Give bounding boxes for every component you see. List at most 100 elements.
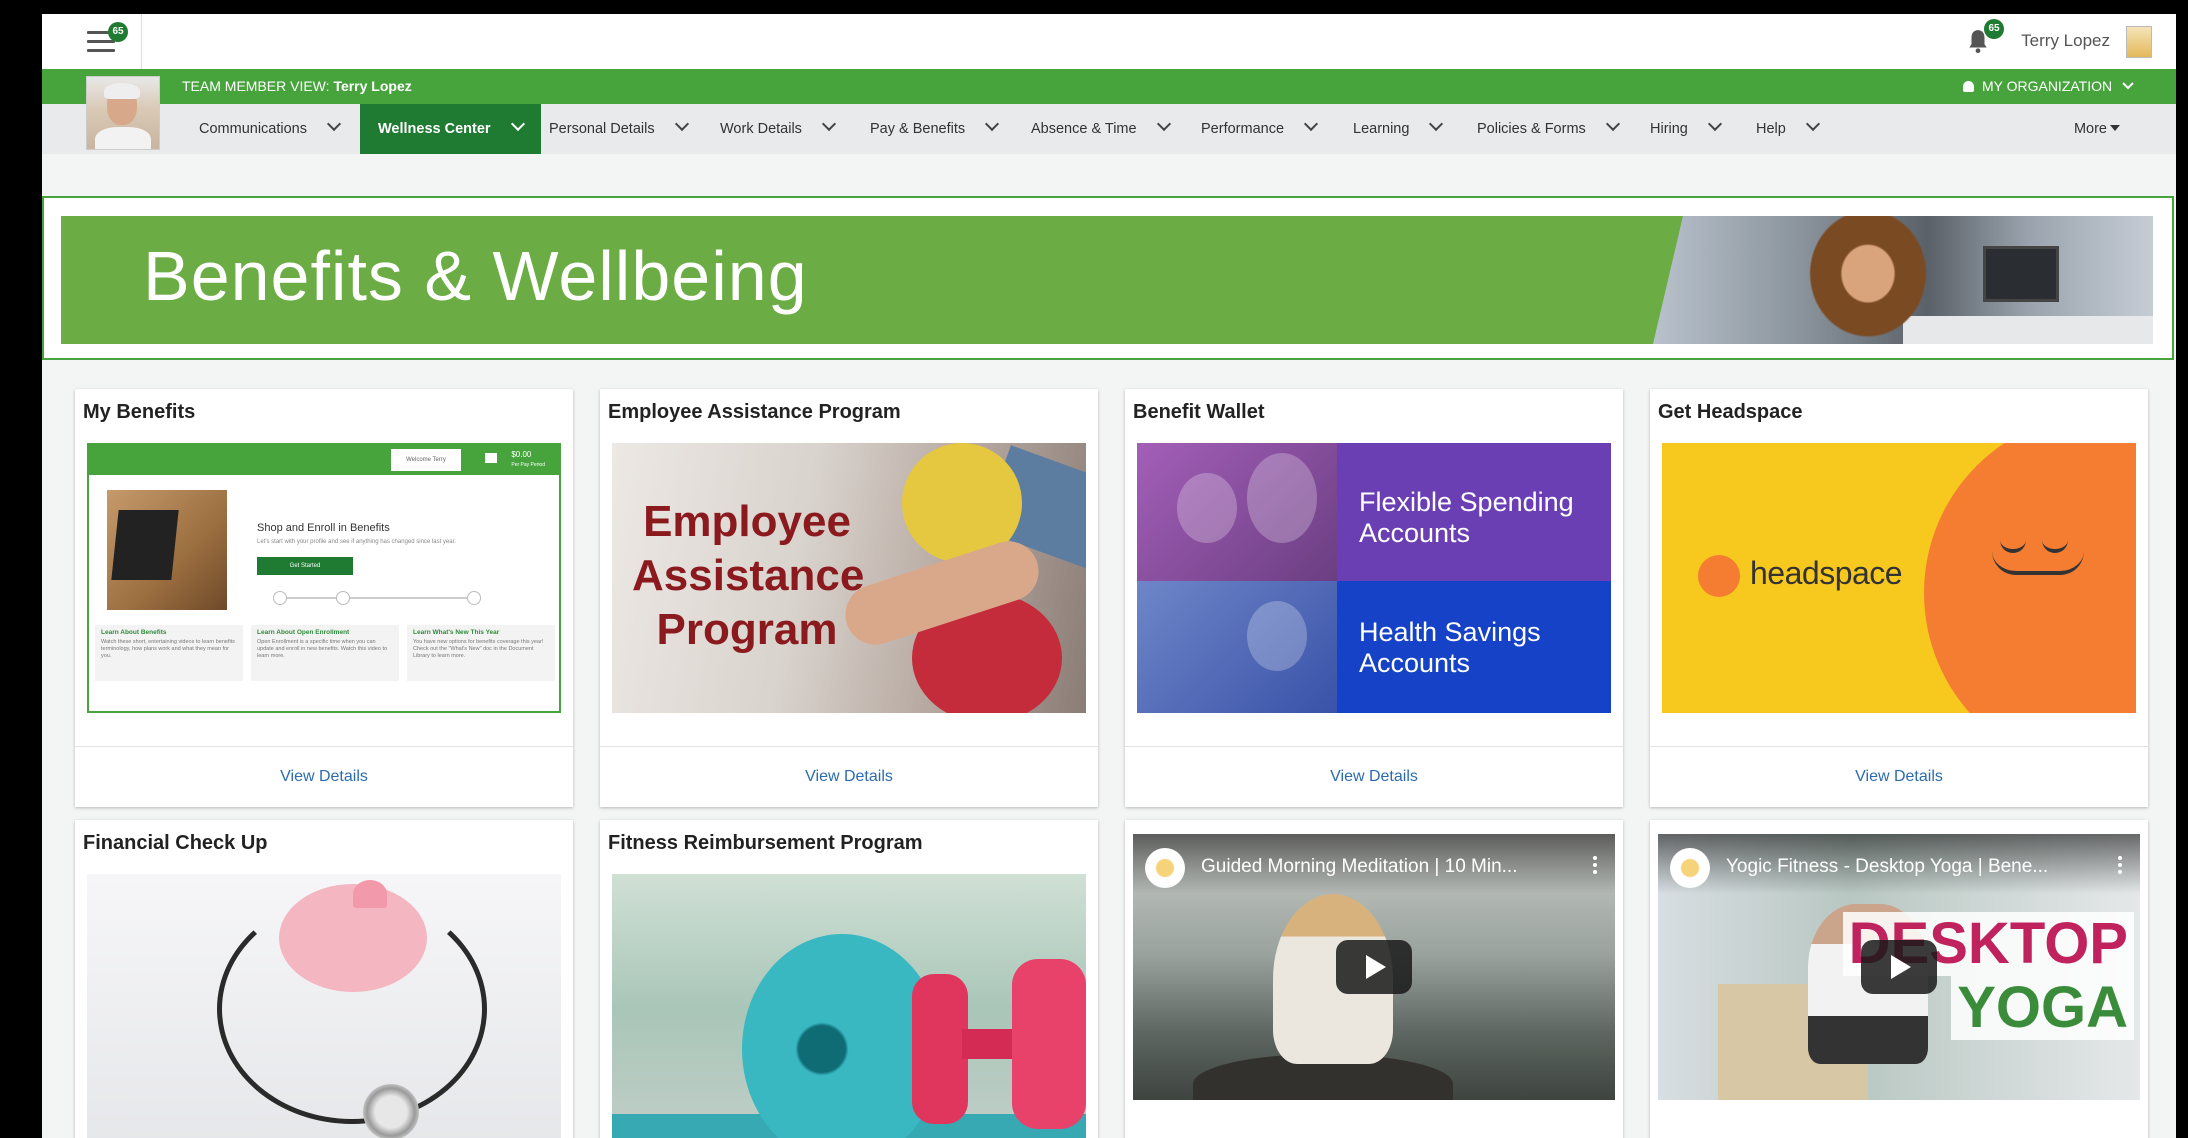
chevron-down-icon [1429,116,1444,132]
fsa-label: Flexible Spending Accounts [1359,487,1574,548]
team-member-bar: TEAM MEMBER VIEW: Terry Lopez MY ORGANIZ… [42,69,2176,104]
card-video-desktop-yoga: DESKTOP YOGA Yogic Fitness - Desktop Yoga… [1650,820,2148,1138]
nav-label: Help [1756,121,1786,137]
team-member-view: TEAM MEMBER VIEW: Terry Lopez [182,78,412,94]
nav-work-details[interactable]: Work Details [720,104,836,154]
channel-avatar-icon[interactable] [1670,848,1710,888]
mock-col-title: Learn What's New This Year [413,629,500,636]
video-title[interactable]: Yogic Fitness - Desktop Yoga | Bene... [1726,856,2048,878]
eap-image[interactable]: Employee Assistance Program [612,443,1086,713]
nav-absence-time[interactable]: Absence & Time [1031,104,1171,154]
card-title: My Benefits [83,401,196,423]
app-window: 65 65 Terry Lopez TEAM MEMBER VIEW: Terr… [42,14,2176,1138]
nav-learning[interactable]: Learning [1353,104,1444,154]
card-financial-check-up: Financial Check Up [75,820,573,1138]
topbar-divider [141,14,142,69]
play-button-icon[interactable] [1861,940,1937,994]
my-benefits-image[interactable]: Welcome Terry $0.00 Per Pay Period Shop a… [87,443,561,713]
nav-label: Communications [199,121,307,137]
channel-avatar-icon[interactable] [1145,848,1185,888]
team-member-view-name: Terry Lopez [333,78,412,94]
user-name[interactable]: Terry Lopez [2021,31,2110,51]
hsa-label: Health Savings Accounts [1359,617,1541,678]
chevron-down-icon [1707,116,1722,132]
top-bar: 65 65 Terry Lopez [42,14,2176,69]
card-title: Financial Check Up [83,832,268,854]
nav-personal-details[interactable]: Personal Details [549,104,689,154]
mock-col-text: Watch these short, entertaining videos t… [101,639,236,659]
team-member-view-label: TEAM MEMBER VIEW: [182,78,330,94]
nav-label: Wellness Center [378,121,491,137]
card-footer: View Details [600,746,1098,807]
headspace-image[interactable]: headspace [1662,443,2136,713]
play-button-icon[interactable] [1336,940,1412,994]
chevron-down-icon [510,116,525,132]
user-avatar-thumbnail[interactable] [2126,26,2152,58]
nav-more[interactable]: More [2074,104,2120,154]
card-footer: View Details [75,746,573,807]
mock-col-text: Open Enrollment is a specific time when … [257,639,388,659]
financial-check-up-image[interactable] [87,874,561,1138]
chevron-down-icon [2122,82,2134,90]
video-player[interactable]: Guided Morning Meditation | 10 Min... [1133,834,1615,1100]
my-organization-menu[interactable]: MY ORGANIZATION [1962,78,2134,94]
benefit-wallet-image[interactable]: Flexible Spending Accounts Health Saving… [1137,443,1611,713]
view-details-link[interactable]: View Details [280,768,368,785]
nav-hiring[interactable]: Hiring [1650,104,1722,154]
mock-get-started-button: Get Started [257,557,353,575]
card-footer: View Details [1650,746,2148,807]
person-icon [1962,81,1974,92]
notification-badge: 65 [1984,19,2004,39]
card-footer: View Details [1125,746,1623,807]
view-details-link[interactable]: View Details [1330,768,1418,785]
banner: Benefits & Wellbeing [61,216,2153,344]
my-organization-label: MY ORGANIZATION [1981,78,2113,94]
video-title[interactable]: Guided Morning Meditation | 10 Min... [1201,856,1518,878]
view-details-link[interactable]: View Details [1855,768,1943,785]
nav-label: Performance [1201,121,1285,137]
mock-col-title: Learn About Benefits [101,629,167,636]
nav-more-label: More [2073,121,2107,137]
mock-col-text: You have new options for benefits covera… [413,639,544,659]
card-title: Benefit Wallet [1133,401,1265,423]
mock-heading: Shop and Enroll in Benefits [257,522,390,534]
video-player[interactable]: DESKTOP YOGA Yogic Fitness - Desktop Yoga… [1658,834,2140,1100]
mock-amount-sub: Per Pay Period [511,462,545,468]
chevron-down-icon [674,116,689,132]
nav-policies-forms[interactable]: Policies & Forms [1477,104,1620,154]
chevron-down-icon [985,116,1000,132]
banner-title: Benefits & Wellbeing [143,237,808,315]
headspace-logo-text: headspace [1750,555,1903,591]
nav-performance[interactable]: Performance [1201,104,1319,154]
nav-help[interactable]: Help [1756,104,1820,154]
card-title: Get Headspace [1658,401,1803,423]
card-my-benefits: My Benefits Welcome Terry $0.00 Per Pay P… [75,389,573,807]
chevron-down-icon [821,116,836,132]
nav-pay-benefits[interactable]: Pay & Benefits [870,104,1000,154]
chevron-down-icon [1805,116,1820,132]
card-fitness-reimbursement-program: Fitness Reimbursement Program [600,820,1098,1138]
card-title: Employee Assistance Program [608,401,901,423]
nav-communications[interactable]: Communications [199,104,342,154]
nav-label: Personal Details [549,121,655,137]
nav-label: Policies & Forms [1477,121,1586,137]
card-video-meditation: Guided Morning Meditation | 10 Min... [1125,820,1623,1138]
nav-label: Learning [1353,121,1410,137]
mock-amount: $0.00 [511,450,532,459]
menu-badge: 65 [108,22,128,42]
cart-icon [485,453,497,463]
more-vert-icon[interactable] [2118,856,2122,876]
banner-frame: Benefits & Wellbeing [42,196,2174,360]
card-employee-assistance-program: Employee Assistance Program Employee Ass… [600,389,1098,807]
view-details-link[interactable]: View Details [805,768,893,785]
profile-photo[interactable] [86,76,160,150]
chevron-down-icon [326,116,342,132]
card-get-headspace: Get Headspace headspace View Details [1650,389,2148,807]
nav-label: Hiring [1650,121,1688,137]
fitness-image[interactable] [612,874,1086,1138]
more-vert-icon[interactable] [1593,856,1597,876]
mock-subtext: Let's start with your profile and see if… [257,539,456,545]
nav-wellness-center[interactable]: Wellness Center [360,104,541,154]
caret-down-icon [2110,125,2120,131]
mock-col-title: Learn About Open Enrollment [257,629,350,636]
